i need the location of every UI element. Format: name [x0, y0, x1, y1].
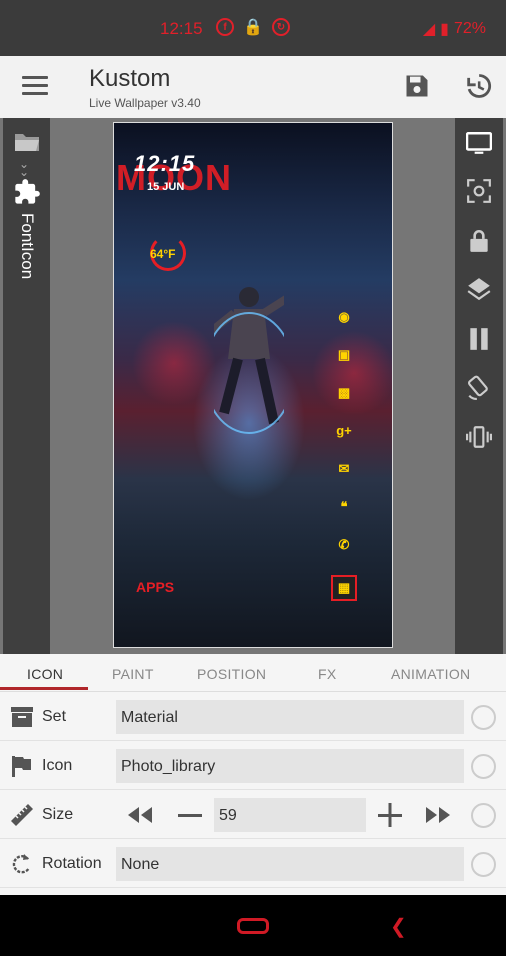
fast-forward-icon[interactable]	[424, 803, 452, 827]
preview-dock: ◉ ▣ ▩ g+ ✉ ❝ ✆ ▦	[331, 309, 357, 625]
hangouts-icon[interactable]: ❝	[336, 499, 352, 514]
ruler-icon	[10, 803, 34, 827]
status-bar: 12:15 f 🔒 ↻ ◢ ▮ 72%	[0, 0, 506, 56]
rotate-icon	[10, 852, 34, 876]
set-field[interactable]: Material	[116, 700, 464, 734]
rotation-field[interactable]: None	[116, 847, 464, 881]
battery-level: 72%	[453, 20, 486, 37]
puzzle-icon[interactable]	[13, 178, 41, 211]
property-label: Icon	[42, 757, 73, 774]
menu-icon[interactable]	[22, 76, 48, 96]
icon-field[interactable]: Photo_library	[116, 749, 464, 783]
size-field[interactable]: 59	[214, 798, 366, 832]
global-toggle-radio[interactable]	[471, 803, 496, 828]
property-list: Set Material Icon Photo_library Size 59	[0, 692, 506, 895]
screen-icon[interactable]	[465, 130, 493, 156]
tab-fx[interactable]: FX	[318, 666, 337, 682]
property-row-rotation[interactable]: Rotation None	[0, 839, 506, 888]
layer-name-label: FontIcon	[18, 213, 37, 280]
camera-icon[interactable]: ▣	[336, 347, 352, 362]
global-toggle-radio[interactable]	[471, 705, 496, 730]
status-time: 12:15	[160, 19, 203, 38]
property-label: Size	[42, 806, 74, 823]
lock-icon: 🔒	[243, 19, 263, 36]
save-icon[interactable]	[403, 72, 431, 100]
preview-time: 12:15	[134, 151, 196, 176]
minus-icon[interactable]	[176, 803, 204, 827]
chat-icon[interactable]: ▩	[336, 385, 352, 400]
property-tabs: ICON PAINT POSITION FX ANIMATION	[0, 654, 506, 692]
facebook-icon: f	[216, 18, 234, 36]
google-plus-icon[interactable]: g+	[336, 423, 352, 438]
global-toggle-radio[interactable]	[471, 852, 496, 877]
pause-icon[interactable]	[466, 326, 492, 352]
signal-icon: ◢	[422, 21, 436, 38]
tab-paint[interactable]: PAINT	[112, 666, 154, 682]
system-nav-bar: ❮	[0, 895, 506, 956]
app-subtitle: Live Wallpaper v3.40	[89, 96, 201, 110]
folder-icon[interactable]	[14, 132, 40, 157]
property-row-icon[interactable]: Icon Photo_library	[0, 741, 506, 790]
archive-icon	[10, 705, 34, 729]
mail-icon[interactable]: ✉	[336, 461, 352, 476]
right-rail	[455, 118, 503, 654]
preview-apps-label[interactable]: APPS	[136, 579, 174, 595]
skater-figure	[214, 287, 284, 434]
plus-icon[interactable]	[376, 803, 404, 827]
preview-date: 15 JUN	[147, 181, 185, 193]
status-notification-icons: f 🔒 ↻	[216, 18, 290, 36]
status-system: ◢ ▮ 72%	[423, 19, 486, 39]
back-button[interactable]: ❮	[390, 914, 407, 939]
battery-icon: ▮	[440, 21, 449, 38]
sync-icon: ↻	[272, 18, 290, 36]
property-label: Rotation	[42, 855, 102, 872]
phone-icon[interactable]: ✆	[336, 537, 352, 552]
global-toggle-radio[interactable]	[471, 754, 496, 779]
lock-icon[interactable]	[466, 228, 492, 254]
home-button[interactable]	[237, 918, 269, 934]
wallpaper-preview[interactable]: MOON 12:15 15 JUN 64°F ◉ ▣ ▩ g+ ✉ ❝ ✆ ▦ …	[113, 122, 393, 648]
tab-icon[interactable]: ICON	[27, 666, 63, 682]
tab-indicator	[0, 687, 88, 690]
tab-animation[interactable]: ANIMATION	[391, 666, 470, 682]
fast-rewind-icon[interactable]	[126, 803, 154, 827]
photo-library-icon[interactable]: ▦	[331, 575, 357, 601]
left-rail: ⌄ ⌄ FontIcon	[3, 118, 50, 654]
preview-temperature: 64°F	[150, 247, 176, 261]
chevron-down-icon[interactable]: ⌄ ⌄	[19, 158, 29, 178]
app-bar: Kustom Live Wallpaper v3.40	[0, 56, 506, 118]
tab-position[interactable]: POSITION	[197, 666, 266, 682]
flag-icon	[10, 754, 34, 778]
property-row-set[interactable]: Set Material	[0, 692, 506, 741]
rotate-icon[interactable]	[466, 374, 492, 400]
vibrate-icon[interactable]	[466, 424, 492, 450]
property-row-size[interactable]: Size 59	[0, 790, 506, 839]
history-icon[interactable]	[464, 72, 492, 100]
layers-icon[interactable]	[466, 276, 492, 302]
editor-canvas: ⌄ ⌄ FontIcon MOON 12:15 15 JUN 64°F ◉ ▣ ▩…	[0, 118, 506, 654]
headset-icon[interactable]: ◉	[336, 309, 352, 324]
app-title: Kustom	[89, 65, 171, 92]
focus-icon[interactable]	[466, 178, 492, 204]
property-label: Set	[42, 708, 67, 725]
